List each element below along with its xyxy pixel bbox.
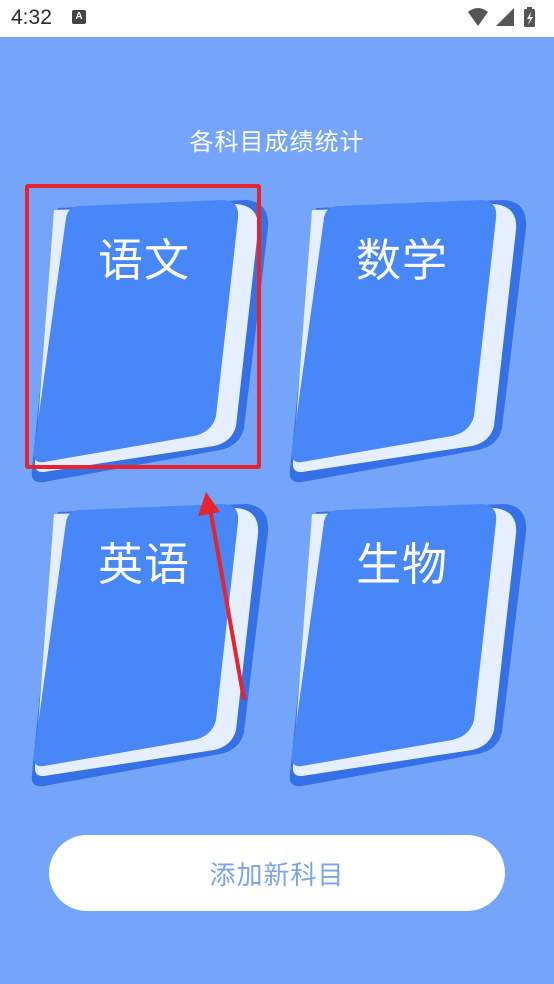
- add-subject-button[interactable]: 添加新科目: [49, 835, 505, 911]
- notification-icon: A: [72, 10, 86, 24]
- subject-label: 生物: [355, 538, 448, 591]
- page-title: 各科目成绩统计: [189, 128, 365, 156]
- system-icons: [468, 7, 535, 27]
- subject-book-english[interactable]: 英语: [24, 500, 274, 790]
- subject-label: 数学: [355, 234, 448, 287]
- cellular-signal-icon: [496, 8, 514, 26]
- subject-label: 英语: [97, 538, 190, 591]
- wifi-icon: [468, 8, 488, 26]
- status-bar: 4:32 A: [0, 0, 554, 37]
- highlight-box: [25, 184, 261, 469]
- status-time: 4:32: [11, 6, 52, 29]
- subject-book-biology[interactable]: 生物: [282, 500, 532, 790]
- subject-book-math[interactable]: 数学: [282, 196, 532, 486]
